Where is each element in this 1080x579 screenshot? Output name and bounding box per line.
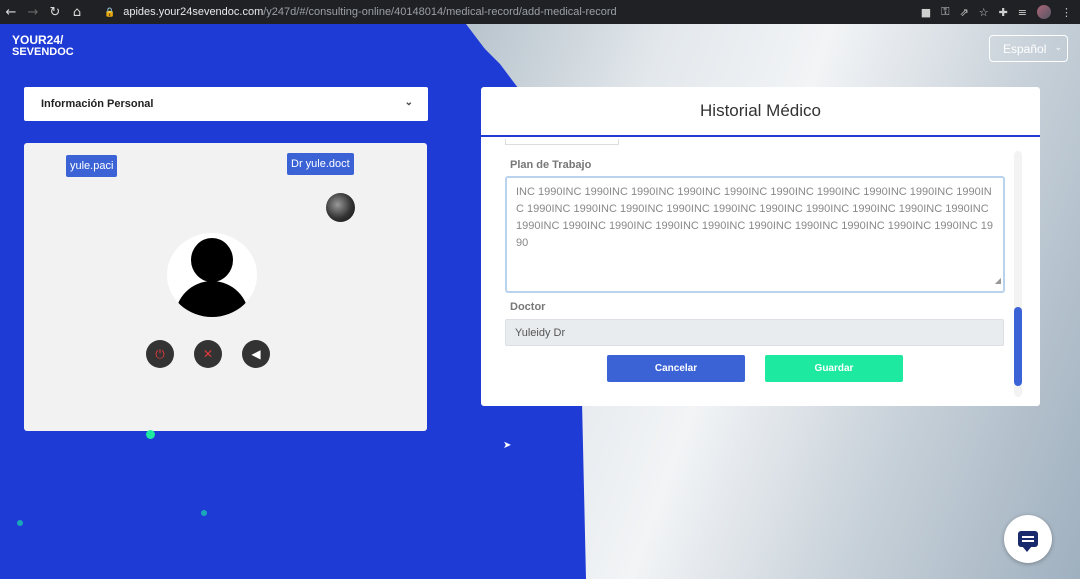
extensions-icon[interactable]: ✚ [999,6,1008,19]
profile-icon[interactable] [1037,5,1051,19]
video-call-panel: yule.paci Dr yule.doct ⏻ ✕ ◀ [24,143,427,431]
patient-avatar [167,233,257,317]
chat-icon [1018,531,1038,552]
language-select[interactable]: Español ⌄ [989,35,1068,62]
url-path: /y247d/#/consulting-online/40148014/medi… [263,6,617,18]
consultation-page: YOUR24/ SEVENDOC Español ⌄ Información P… [0,24,1080,579]
browser-toolbar: ← → ↻ ⌂ 🔒 apides.your24sevendoc.com /y24… [0,0,1080,24]
plan-value: INC 1990INC 1990INC 1990INC 1990INC 1990… [516,186,993,249]
share-icon[interactable]: ⇗ [959,6,968,19]
chevron-down-icon: ⌄ [404,97,413,108]
cancel-button[interactable]: Cancelar [607,355,745,382]
save-button[interactable]: Guardar [765,355,903,382]
doctor-tag: Dr yule.doct [287,153,354,175]
personal-info-collapse[interactable]: Información Personal ⌄ [24,87,428,121]
decorative-dot [17,520,23,526]
reload-icon[interactable]: ↻ [44,0,66,24]
avatar-body [175,281,249,317]
mouse-cursor: ➤ [503,440,512,451]
doctor-field: Yuleidy Dr [505,319,1004,346]
avatar-head [191,238,233,282]
address-bar[interactable]: 🔒 apides.your24sevendoc.com /y247d/#/con… [98,3,888,21]
mic-off-icon[interactable]: ✕ [194,340,222,368]
url-host: apides.your24sevendoc.com [123,6,264,18]
power-icon[interactable]: ⏻ [146,340,174,368]
medical-record-modal: Historial Médico Plan de Trabajo INC 199… [481,87,1040,406]
patient-tag: yule.paci [66,155,118,177]
previous-field[interactable] [505,139,619,145]
plan-textarea[interactable]: INC 1990INC 1990INC 1990INC 1990INC 1990… [505,176,1005,293]
media-icon[interactable]: ≡ [1018,6,1027,19]
star-icon[interactable]: ☆ [979,6,989,19]
chevron-down-icon: ⌄ [1054,42,1062,52]
doctor-label: Doctor [510,301,546,313]
language-selected: Español [1003,41,1047,56]
doctor-avatar [326,193,355,222]
key-icon[interactable]: ⚿ [941,5,949,19]
menu-icon[interactable]: ⋮ [1061,6,1072,19]
modal-body: Plan de Trabajo INC 1990INC 1990INC 1990… [481,139,1040,406]
app-logo[interactable]: YOUR24/ SEVENDOC [12,34,82,62]
home-icon[interactable]: ⌂ [66,0,88,24]
volume-icon[interactable]: ◀ [242,340,270,368]
decorative-dot [146,430,155,439]
resize-handle[interactable]: ◢ [995,272,1001,289]
lock-icon: 🔒 [104,6,116,17]
chat-button[interactable] [1004,515,1052,563]
modal-title: Historial Médico [481,87,1040,137]
decorative-dot [201,510,207,516]
plan-label: Plan de Trabajo [510,159,592,171]
back-icon[interactable]: ← [0,0,22,24]
personal-info-title: Información Personal [41,98,154,110]
scrollbar-thumb[interactable] [1014,307,1022,386]
camera-icon[interactable]: ■ [921,6,931,19]
forward-icon[interactable]: → [22,0,44,24]
